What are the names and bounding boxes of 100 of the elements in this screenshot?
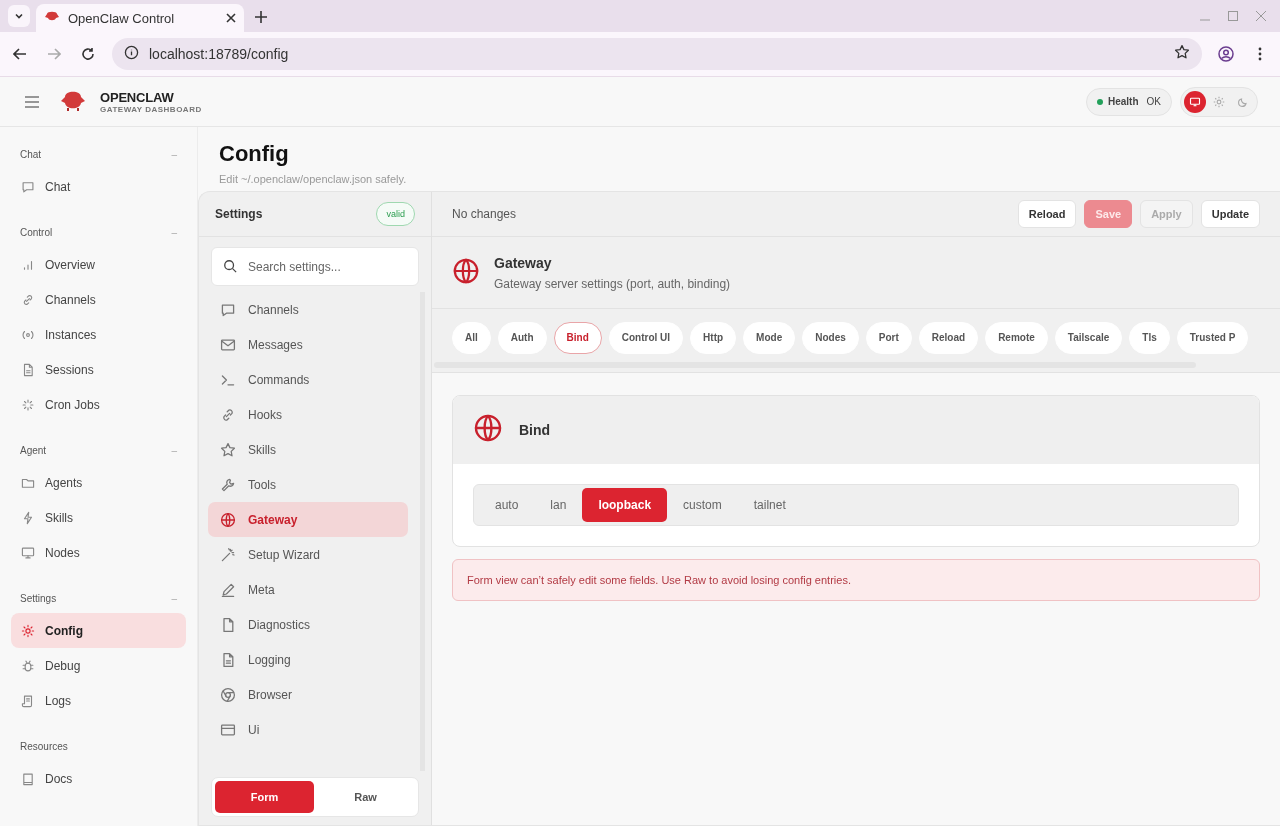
page-subtitle: Edit ~/.openclaw/openclaw.json safely. — [219, 173, 408, 185]
nav-item[interactable]: Debug — [11, 648, 186, 683]
status-text: No changes — [452, 207, 517, 221]
settings-section-item[interactable]: Tools — [208, 467, 408, 502]
settings-section-item[interactable]: Ui — [208, 712, 408, 747]
group-label: Chat — [20, 148, 42, 160]
monitor-icon — [1189, 95, 1201, 108]
brand-subtitle: GATEWAY DASHBOARD — [100, 104, 202, 114]
nav-item[interactable]: Docs — [11, 761, 186, 796]
filter-chip[interactable]: Tailscale — [1054, 321, 1123, 354]
settings-section-item[interactable]: Hooks — [208, 397, 408, 432]
filter-chip[interactable]: Http — [690, 321, 737, 354]
monitor-theme-button[interactable] — [1184, 90, 1206, 113]
segment-option[interactable]: lan — [534, 488, 583, 522]
globe-icon — [473, 413, 503, 443]
browser-tab[interactable]: OpenClaw Control — [36, 4, 244, 32]
filter-chip[interactable]: Remote — [985, 321, 1048, 354]
lightning-icon — [21, 510, 35, 525]
group-label: Agent — [20, 444, 47, 456]
plus-icon — [255, 11, 267, 23]
globe-icon — [220, 511, 236, 528]
settings-section-item[interactable]: Diagnostics — [208, 607, 408, 642]
star-icon — [220, 441, 236, 458]
moon-icon — [1237, 95, 1249, 108]
group-label: Control — [20, 226, 53, 238]
filter-chip[interactable]: Bind — [553, 321, 602, 354]
health-label: Health — [1108, 96, 1139, 107]
nav-item[interactable]: Skills — [11, 500, 186, 535]
spinner-icon — [21, 397, 35, 412]
view-mode-tab[interactable]: Raw — [316, 781, 415, 813]
filter-chip[interactable]: Control UI — [608, 321, 684, 354]
more-icon — [1258, 47, 1262, 61]
sun-icon — [1213, 95, 1225, 108]
field-title: Bind — [519, 422, 551, 438]
star-icon[interactable] — [1174, 44, 1190, 60]
filter-chip[interactable]: Trusted P — [1176, 321, 1249, 354]
pen-icon — [220, 581, 236, 598]
search-field[interactable]: Search settings... — [211, 247, 419, 286]
browser-icon — [220, 686, 236, 703]
settings-section-item[interactable]: Messages — [208, 327, 408, 362]
file-icon — [220, 616, 236, 633]
book-icon — [21, 771, 35, 786]
magic-wand-icon — [220, 546, 236, 563]
link-icon — [220, 406, 236, 423]
caret-icon — [14, 11, 24, 21]
segment-option[interactable]: tailnet — [737, 488, 802, 522]
settings-section-item[interactable]: Skills — [208, 432, 408, 467]
bug-icon — [21, 658, 35, 673]
close-icon[interactable] — [226, 13, 236, 23]
section-description: Gateway server settings (port, auth, binding) — [494, 276, 731, 291]
chat-bubble-icon — [21, 179, 35, 194]
nav-item[interactable]: Channels — [11, 282, 186, 317]
warning-message: Form view can’t safely edit some fields. Use Raw to avoid losing config entries. — [452, 559, 1260, 601]
monitor-icon — [21, 545, 35, 560]
settings-section-item[interactable]: Commands — [208, 362, 408, 397]
view-mode-tab[interactable]: Form — [215, 781, 314, 813]
nav-item[interactable]: Config — [11, 613, 186, 648]
filter-chip[interactable]: Reload — [918, 321, 979, 354]
settings-section-item[interactable]: Gateway — [208, 502, 408, 537]
wrench-icon — [220, 476, 236, 493]
tab-list-button[interactable] — [8, 5, 30, 27]
address-bar[interactable]: localhost:18789/config — [112, 38, 1202, 70]
group-label: Resources — [20, 740, 68, 752]
settings-icon — [21, 623, 35, 638]
settings-section-item[interactable]: Setup Wizard — [208, 537, 408, 572]
toolbar-button[interactable]: Update — [1200, 200, 1260, 228]
filter-chip[interactable]: Nodes — [802, 321, 859, 354]
health-value: OK — [1146, 96, 1161, 107]
filter-chip[interactable]: Port — [865, 321, 912, 354]
filter-chip[interactable]: Tls — [1129, 321, 1170, 354]
scroll-icon — [21, 693, 35, 708]
segment-option[interactable]: loopback — [582, 488, 668, 522]
settings-section-item[interactable]: Channels — [208, 292, 408, 327]
nav-item[interactable]: Overview — [11, 247, 186, 282]
filter-chip[interactable]: Mode — [743, 321, 796, 354]
settings-section-item[interactable]: Browser — [208, 677, 408, 712]
status-dot — [1097, 98, 1103, 105]
nav-item[interactable]: Nodes — [11, 535, 186, 570]
toolbar-button[interactable]: Reload — [1017, 200, 1077, 228]
settings-section-item[interactable]: Meta — [208, 572, 408, 607]
valid-badge: valid — [376, 202, 415, 226]
info-icon[interactable] — [124, 44, 139, 60]
page-title: Config — [219, 141, 290, 167]
filter-chip[interactable]: Auth — [497, 321, 547, 354]
nav-item[interactable]: Cron Jobs — [11, 387, 186, 422]
nav-item[interactable]: Agents — [11, 465, 186, 500]
settings-section-item[interactable]: Logging — [208, 642, 408, 677]
segment-option[interactable]: auto — [479, 488, 535, 522]
profile-button[interactable] — [1216, 44, 1236, 64]
globe-icon — [452, 256, 480, 285]
document-icon — [21, 362, 35, 377]
segment-option[interactable]: custom — [667, 488, 738, 522]
section-title: Gateway — [494, 254, 553, 271]
nav-item[interactable]: Chat — [11, 169, 186, 204]
nav-item[interactable]: Logs — [11, 683, 186, 718]
settings-title: Settings — [215, 207, 263, 221]
document-icon — [220, 651, 236, 668]
nav-item[interactable]: Sessions — [11, 352, 186, 387]
nav-item[interactable]: Instances — [11, 317, 186, 352]
filter-chip[interactable]: All — [452, 321, 491, 354]
